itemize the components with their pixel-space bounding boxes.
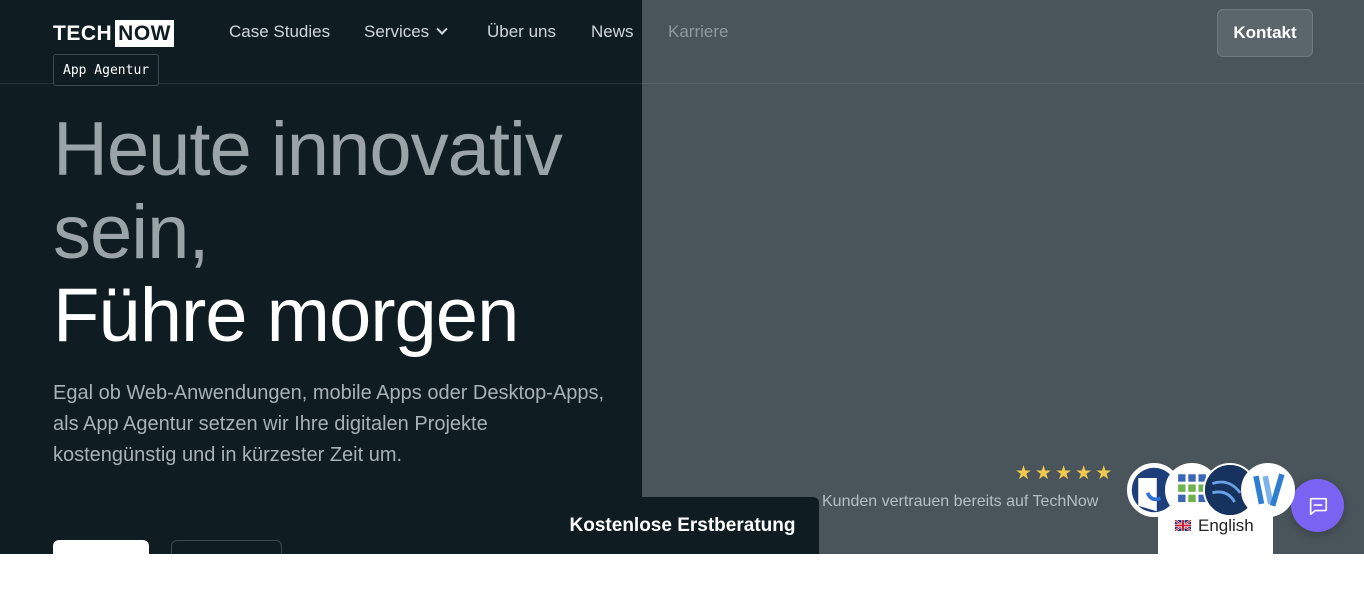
star-icon: ★ <box>1095 462 1113 484</box>
header-divider-right <box>642 83 1364 84</box>
trust-text: Kunden vertrauen bereits auf TechNow <box>822 493 1099 510</box>
chevron-down-icon <box>436 23 448 35</box>
logo-text-tech: TECH <box>53 21 113 45</box>
headline-line-2: sein, <box>53 190 210 275</box>
nav-news[interactable]: News <box>591 20 634 44</box>
headline-line-3: Führe morgen <box>53 273 519 358</box>
star-icon: ★ <box>1055 462 1073 484</box>
nav-label: News <box>591 22 634 41</box>
client-logo-4 <box>1241 463 1295 517</box>
nav-label: Über uns <box>487 22 556 41</box>
nav-label: Karriere <box>668 22 729 41</box>
nav-case-studies[interactable]: Case Studies <box>229 20 330 44</box>
nav-label: Services <box>364 22 430 41</box>
rating-stars: ★ ★ ★ ★ ★ <box>1015 463 1112 483</box>
hero-description: Egal ob Web-Anwendungen, mobile Apps ode… <box>53 382 605 466</box>
logo-text-now: NOW <box>115 20 174 47</box>
star-icon: ★ <box>1075 462 1093 484</box>
nav-services[interactable]: Services <box>364 20 448 44</box>
app-agentur-tag: App Agentur <box>53 54 160 86</box>
secondary-button[interactable] <box>171 540 282 554</box>
hero-section: TECH NOW App Agentur Case Studies Servic… <box>0 0 1364 554</box>
chat-bubble-icon <box>1309 497 1327 515</box>
technow-logo[interactable]: TECH NOW <box>53 20 174 47</box>
free-consultation-button[interactable]: Kostenlose Erstberatung <box>546 497 819 554</box>
uk-flag-icon <box>1175 520 1191 531</box>
primary-button[interactable] <box>53 540 149 554</box>
nav-karriere[interactable]: Karriere <box>668 20 728 44</box>
chat-widget-button[interactable] <box>1291 479 1344 532</box>
nav-ueber-uns[interactable]: Über uns <box>487 20 556 44</box>
headline-line-1: Heute innovativ <box>53 107 563 192</box>
nav-label: Case Studies <box>229 22 331 41</box>
contact-button[interactable]: Kontakt <box>1217 9 1313 57</box>
language-label: English <box>1198 515 1254 535</box>
star-icon: ★ <box>1015 462 1033 484</box>
star-icon: ★ <box>1035 462 1053 484</box>
